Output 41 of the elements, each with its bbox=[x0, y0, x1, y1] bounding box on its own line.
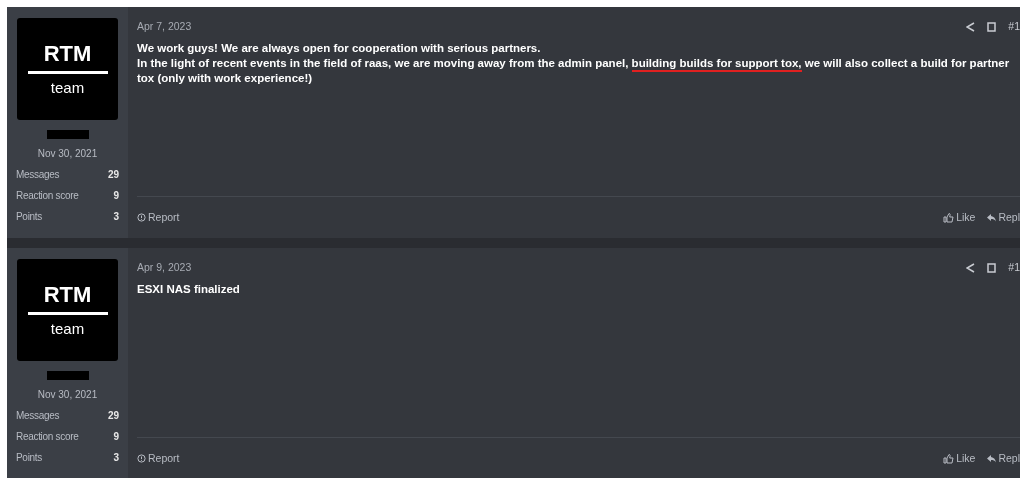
like-link[interactable]: Like bbox=[943, 209, 976, 226]
stat-label: Messages bbox=[16, 168, 60, 182]
stat-label: Reaction score bbox=[16, 430, 79, 444]
like-link[interactable]: Like bbox=[943, 450, 976, 467]
share-icon[interactable] bbox=[966, 21, 976, 32]
stat-value: 29 bbox=[107, 409, 119, 423]
alert-circle-icon bbox=[137, 213, 146, 222]
stat-value: 9 bbox=[113, 430, 119, 444]
join-date: Nov 30, 2021 bbox=[37, 388, 98, 402]
post-date: Apr 7, 2023 bbox=[137, 19, 192, 34]
message-text: In the light of recent events in the field of raas, we are moving away from the admin panel, building builds for support tox, we will also collect a build for partner tox (only with work experience!) bbox=[137, 55, 1011, 86]
stat-label: Messages bbox=[16, 409, 60, 423]
stat-label: Points bbox=[16, 210, 42, 224]
bookmark-icon[interactable] bbox=[987, 262, 997, 273]
stat-label: Reaction score bbox=[16, 189, 79, 203]
reply-arrow-icon bbox=[987, 213, 997, 222]
post-number-link[interactable]: #1 bbox=[1008, 19, 1020, 35]
stat-value: 3 bbox=[113, 451, 119, 465]
join-date: Nov 30, 2021 bbox=[37, 147, 98, 161]
post-date: Apr 9, 2023 bbox=[137, 260, 192, 275]
message-text: ESXI NAS finalized bbox=[137, 281, 241, 297]
thumbs-up-icon bbox=[943, 453, 955, 464]
reply-link[interactable]: Repl bbox=[987, 450, 1020, 467]
avatar-text: RTM bbox=[43, 284, 92, 306]
report-link[interactable]: Report bbox=[137, 450, 180, 467]
reply-arrow-icon bbox=[987, 454, 997, 463]
post-number-link[interactable]: #1 bbox=[1008, 260, 1020, 276]
report-link[interactable]: Report bbox=[137, 209, 180, 226]
avatar-text: team bbox=[50, 80, 85, 95]
message-text: We work guys! We are always open for cooperation with serious partners. bbox=[137, 40, 542, 56]
avatar-text: RTM bbox=[43, 43, 92, 65]
reply-link[interactable]: Repl bbox=[987, 209, 1020, 226]
bookmark-icon[interactable] bbox=[987, 21, 997, 32]
stat-label: Points bbox=[16, 451, 42, 465]
stat-value: 9 bbox=[113, 189, 119, 203]
stat-value: 29 bbox=[107, 168, 119, 182]
alert-circle-icon bbox=[137, 454, 146, 463]
thumbs-up-icon bbox=[943, 212, 955, 223]
avatar-text: team bbox=[50, 321, 85, 336]
stat-value: 3 bbox=[113, 210, 119, 224]
share-icon[interactable] bbox=[966, 262, 976, 273]
